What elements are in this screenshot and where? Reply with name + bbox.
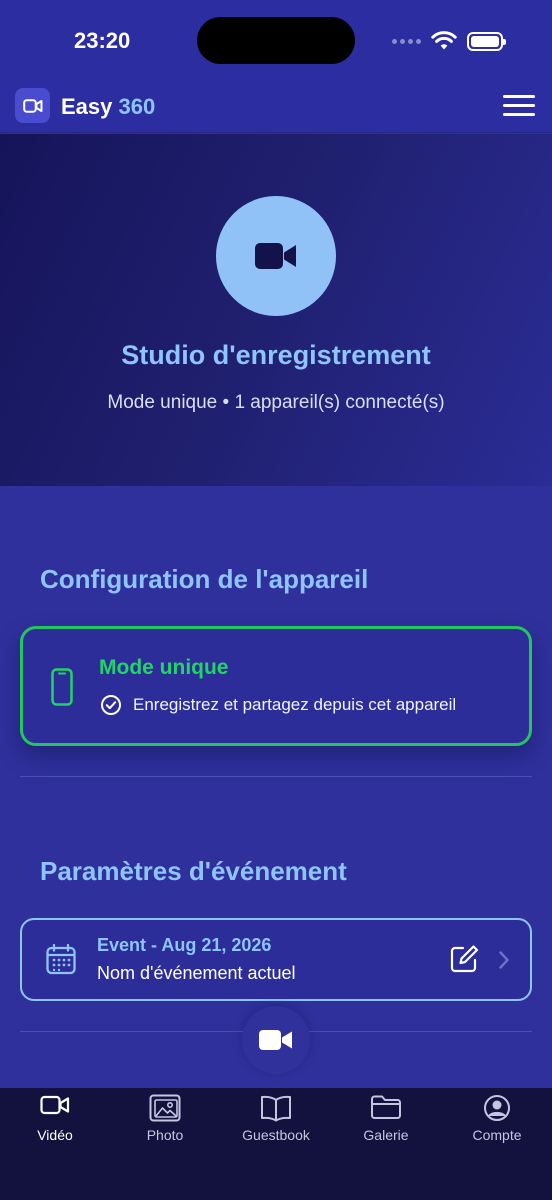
calendar-icon: [46, 943, 76, 975]
video-camera-icon: [22, 98, 42, 113]
record-video-button[interactable]: [242, 1006, 310, 1074]
battery-icon: [467, 31, 506, 51]
mode-title: Mode unique: [99, 656, 229, 679]
user-circle-icon: [484, 1095, 510, 1121]
event-settings-title: Paramètres d'événement: [40, 856, 347, 886]
tab-gallery[interactable]: Galerie: [331, 1088, 441, 1168]
dynamic-island: [197, 17, 355, 64]
book-icon: [261, 1095, 291, 1122]
folder-icon: [371, 1095, 401, 1119]
hamburger-menu-icon[interactable]: [503, 95, 535, 117]
edit-icon[interactable]: [449, 944, 479, 974]
app-title: Easy 360: [61, 94, 155, 120]
video-camera-icon: [255, 243, 296, 269]
hero-banner: Studio d'enregistrement Mode unique • 1 …: [0, 134, 552, 486]
wifi-icon: [431, 31, 457, 50]
tab-label: Galerie: [363, 1127, 409, 1143]
image-icon: [149, 1094, 181, 1122]
hero-camera-badge: [216, 196, 336, 316]
tab-guestbook[interactable]: Guestbook: [221, 1088, 331, 1168]
divider: [20, 776, 532, 777]
app-title-part2: 360: [118, 94, 156, 119]
mode-description: Enregistrez et partagez depuis cet appar…: [133, 695, 457, 714]
cellular-signal-icon: [392, 38, 421, 44]
status-time: 23:20: [74, 28, 131, 53]
status-bar: 23:20: [0, 0, 552, 80]
single-mode-card[interactable]: Mode unique Enregistrez et partagez depu…: [20, 626, 532, 746]
event-title: Event - Aug 21, 2026: [97, 935, 272, 955]
smartphone-icon: [51, 668, 73, 706]
app-logo: [15, 88, 50, 123]
tab-video[interactable]: Vidéo: [0, 1088, 110, 1168]
event-card[interactable]: Event - Aug 21, 2026 Nom d'événement act…: [20, 918, 532, 1001]
tab-account[interactable]: Compte: [442, 1088, 552, 1168]
tab-label: Photo: [146, 1127, 184, 1143]
check-circle-icon: [101, 695, 121, 715]
device-config-title: Configuration de l'appareil: [40, 564, 369, 594]
app-header: Easy 360: [0, 80, 552, 133]
event-subtitle: Nom d'événement actuel: [97, 963, 296, 983]
tab-label: Compte: [472, 1127, 522, 1143]
bottom-tab-bar: Vidéo Photo Guestbook Galerie Compte: [0, 1088, 552, 1200]
video-camera-icon: [259, 1030, 292, 1050]
tab-label: Vidéo: [37, 1127, 73, 1143]
status-indicators: [392, 28, 506, 54]
hero-subtitle: Mode unique • 1 appareil(s) connecté(s): [107, 392, 445, 413]
tab-label: Guestbook: [242, 1127, 310, 1143]
app-title-part1: Easy: [61, 94, 113, 119]
chevron-right-icon: [499, 951, 509, 969]
hero-title: Studio d'enregistrement: [121, 340, 431, 370]
tab-photo[interactable]: Photo: [110, 1088, 220, 1168]
video-icon: [40, 1095, 70, 1115]
